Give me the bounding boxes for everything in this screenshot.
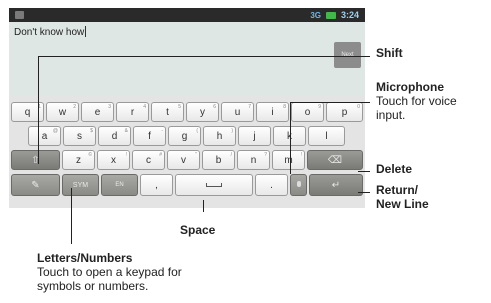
- delete-callout: Delete: [376, 162, 413, 176]
- key-s[interactable]: s $: [63, 126, 96, 146]
- space-bar-icon: [206, 183, 222, 187]
- letters-leader: [71, 188, 72, 244]
- space-callout: Space: [180, 223, 216, 237]
- microphone-callout: Microphone Touch for voice input.: [376, 80, 457, 122]
- key-i[interactable]: i8: [256, 102, 289, 122]
- status-area: 3G 3:24: [310, 9, 359, 21]
- key-x[interactable]: x!: [97, 150, 130, 170]
- return-key[interactable]: ↵: [309, 174, 363, 196]
- key-g[interactable]: g(: [168, 126, 201, 146]
- key-e[interactable]: e3: [81, 102, 114, 122]
- key-q[interactable]: q1: [11, 102, 44, 122]
- shift-leader-h: [38, 56, 370, 57]
- key-f[interactable]: f-: [133, 126, 166, 146]
- mic-leader-h: [290, 102, 370, 103]
- comma-key[interactable]: ,: [140, 174, 173, 196]
- space-leader: [203, 200, 204, 212]
- key-b[interactable]: b /: [202, 150, 235, 170]
- next-button[interactable]: Next: [334, 42, 361, 68]
- shift-callout: Shift: [376, 46, 403, 60]
- key-w[interactable]: w2: [46, 102, 79, 122]
- key-v[interactable]: v ": [167, 150, 200, 170]
- shift-key[interactable]: ⇧: [11, 150, 60, 170]
- return-leader: [358, 192, 370, 193]
- shift-leader-v: [38, 56, 39, 164]
- text-input-area[interactable]: Don't know how Next: [9, 22, 365, 96]
- key-h[interactable]: h): [203, 126, 236, 146]
- typed-text: Don't know how: [14, 26, 87, 38]
- microphone-key[interactable]: [290, 174, 307, 196]
- key-a[interactable]: a @: [28, 126, 61, 146]
- key-d[interactable]: d &: [98, 126, 131, 146]
- microphone-icon: [296, 181, 301, 187]
- delete-key[interactable]: ⌫: [307, 150, 363, 170]
- space-key[interactable]: [175, 174, 253, 196]
- text-cursor: [85, 26, 87, 37]
- key-l[interactable]: l: [308, 126, 345, 146]
- mic-leader-v: [290, 102, 291, 174]
- return-arrow-icon: ↵: [331, 179, 341, 191]
- clock: 3:24: [340, 10, 359, 20]
- network-indicator: 3G: [310, 10, 321, 20]
- key-t[interactable]: t5: [151, 102, 184, 122]
- key-y[interactable]: y6: [186, 102, 219, 122]
- key-r[interactable]: r4: [116, 102, 149, 122]
- language-key[interactable]: EN: [101, 174, 138, 196]
- key-p[interactable]: p0: [326, 102, 363, 122]
- return-callout: Return/ New Line: [376, 183, 429, 211]
- key-u[interactable]: u7: [221, 102, 254, 122]
- keyboard: q1 w2 e3 r4 t5 y6 u7 i8 o9 p0 a @ s $ d & f…: [9, 96, 365, 208]
- key-n[interactable]: n?: [237, 150, 270, 170]
- letters-numbers-callout: Letters/Numbers Touch to open a keypad f…: [37, 251, 182, 293]
- battery-icon: [325, 11, 336, 19]
- backspace-icon: ⌫: [327, 154, 343, 166]
- key-z[interactable]: z ©: [62, 150, 95, 170]
- key-m[interactable]: m!: [272, 150, 305, 170]
- settings-icon: ✎: [31, 179, 40, 191]
- settings-key[interactable]: ✎: [11, 174, 60, 196]
- status-bar: 3G 3:24: [9, 8, 365, 22]
- key-j[interactable]: j: [238, 126, 271, 146]
- period-key[interactable]: .: [255, 174, 288, 196]
- notification-icon: [15, 11, 24, 19]
- phone-screen: 3G 3:24 Don't know how Next q1 w2 e3 r4 …: [9, 8, 365, 208]
- sym-key[interactable]: SYM: [62, 174, 99, 196]
- key-c[interactable]: c #: [132, 150, 165, 170]
- delete-leader: [358, 171, 370, 172]
- key-o[interactable]: o9: [291, 102, 324, 122]
